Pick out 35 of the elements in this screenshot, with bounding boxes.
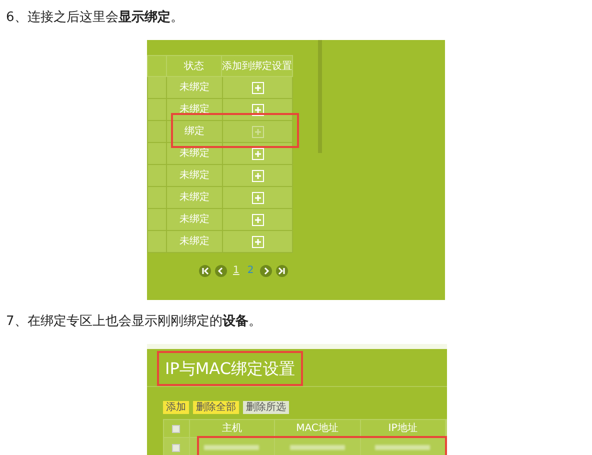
plus-icon[interactable] (252, 170, 264, 182)
pager-icon[interactable] (260, 264, 272, 276)
status-cell: 未绑定 (167, 165, 223, 186)
plus-icon[interactable] (252, 214, 264, 226)
checkbox[interactable] (172, 424, 180, 432)
table-header: MAC地址 (275, 420, 361, 437)
pager-icon[interactable] (215, 264, 227, 276)
status-cell: 未绑定 (167, 99, 223, 120)
page-title: IP与MAC绑定设置 (157, 351, 304, 386)
table-header: 状态 (166, 56, 222, 76)
toolbar-button[interactable]: 删除全部 (193, 401, 239, 414)
status-cell: 未绑定 (167, 77, 223, 98)
checkbox[interactable] (172, 444, 180, 452)
table-header: 添加到绑定设置 (222, 60, 292, 74)
table-header: 主机 (190, 420, 276, 437)
status-cell: 未绑定 (167, 187, 223, 208)
table-header: IP地址 (360, 420, 446, 437)
pager-icon[interactable] (199, 264, 211, 276)
status-cell: 绑定 (167, 121, 223, 142)
status-cell: 未绑定 (167, 209, 223, 230)
status-cell: 未绑定 (167, 143, 223, 164)
toolbar-button[interactable]: 添加 (163, 401, 189, 414)
blurred-text (375, 445, 430, 450)
toolbar-button[interactable]: 删除所选 (243, 401, 289, 414)
step-text: 6、连接之后这里会显示绑定。 (6, 8, 184, 27)
blurred-text (204, 445, 260, 450)
status-cell: 未绑定 (167, 231, 223, 252)
plus-icon[interactable] (252, 236, 264, 248)
blurred-text (290, 445, 345, 450)
plus-icon[interactable] (252, 104, 264, 116)
pager-icon[interactable] (276, 264, 288, 276)
plus-icon[interactable] (252, 192, 264, 204)
plus-icon[interactable] (252, 148, 264, 160)
plus-icon[interactable] (252, 82, 264, 94)
step-text: 7、在绑定专区上也会显示刚刚绑定的设备。 (6, 313, 262, 331)
